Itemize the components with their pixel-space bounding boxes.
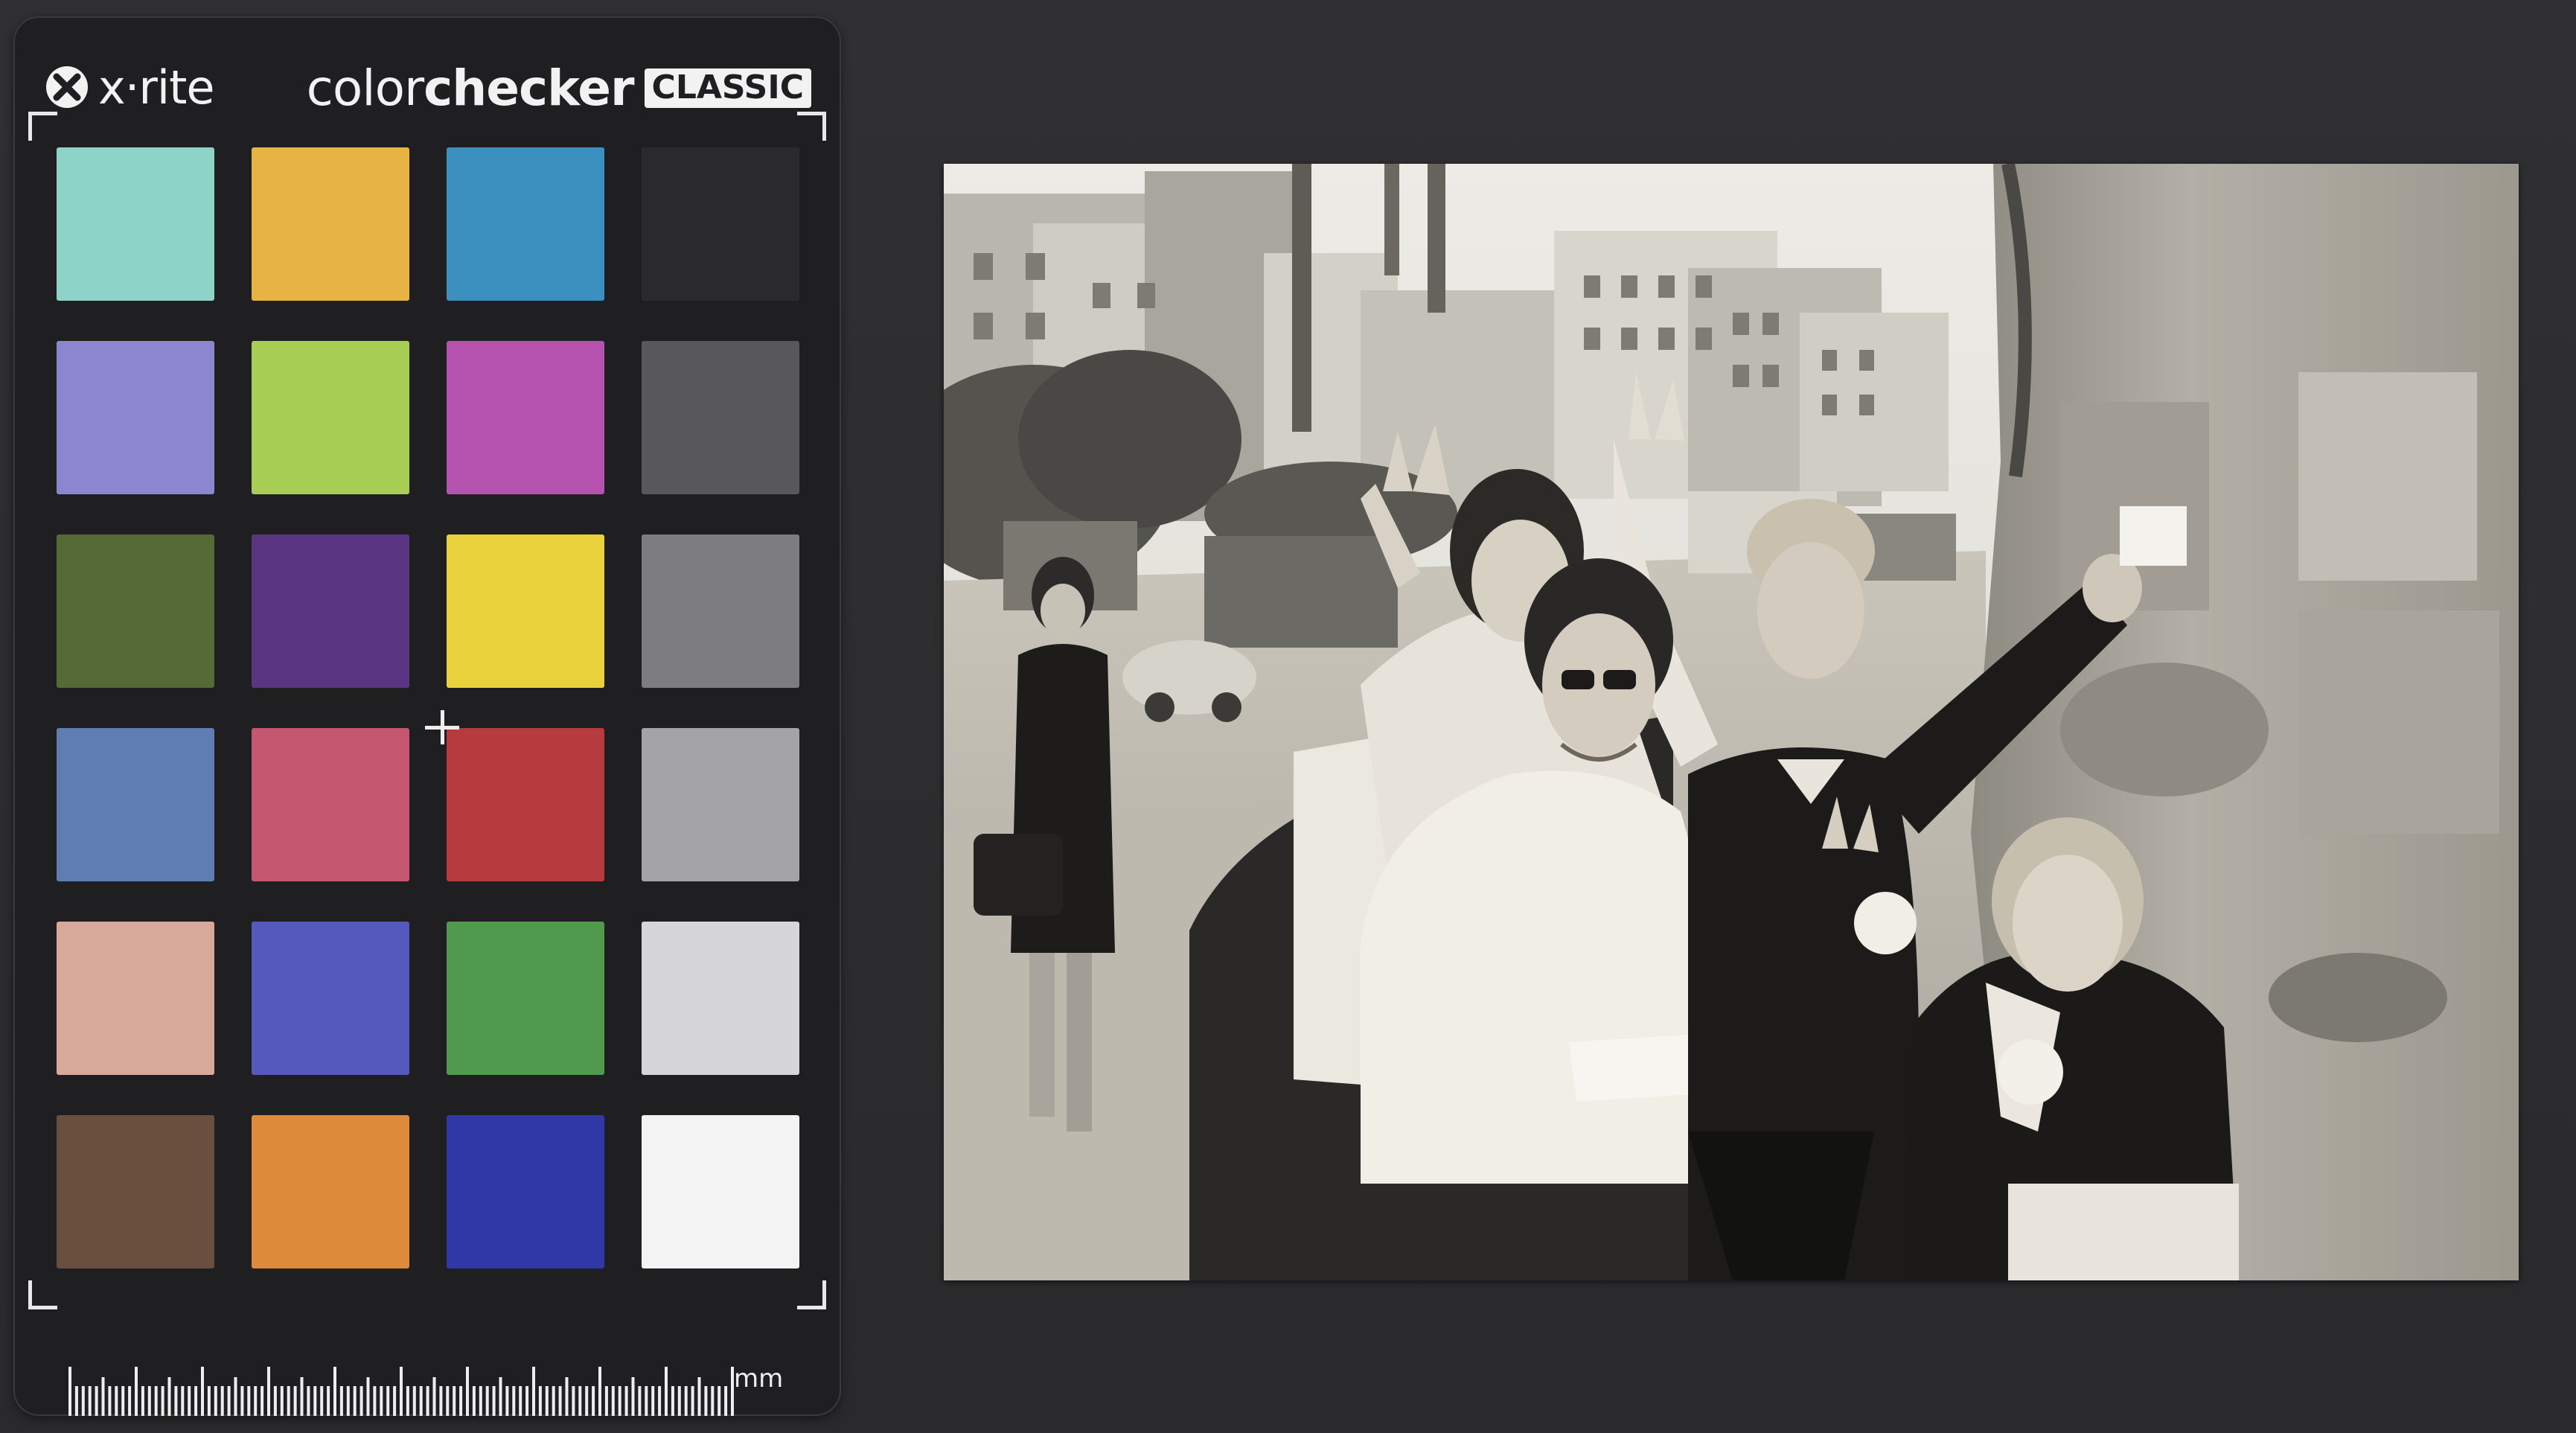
corner-mark	[797, 1280, 826, 1309]
color-swatch	[252, 728, 409, 881]
color-swatch	[252, 922, 409, 1075]
color-swatch	[642, 341, 799, 494]
xrite-logo: x·rite	[43, 46, 215, 128]
group-photograph	[944, 164, 2519, 1280]
corner-mark	[797, 112, 826, 141]
color-swatch	[57, 1115, 214, 1268]
crosshair-icon	[425, 710, 459, 744]
corner-mark	[28, 112, 57, 141]
color-swatch	[642, 922, 799, 1075]
product-badge: CLASSIC	[644, 68, 811, 108]
color-swatch-grid	[57, 147, 801, 1268]
color-swatch	[57, 534, 214, 688]
brand-name: x·rite	[98, 60, 215, 115]
color-swatch	[252, 1115, 409, 1268]
color-swatch	[642, 1115, 799, 1268]
color-swatch	[447, 534, 604, 688]
color-swatch	[57, 147, 214, 301]
color-swatch	[447, 147, 604, 301]
color-swatch	[57, 922, 214, 1075]
photograph-image	[944, 164, 2519, 1280]
color-swatch	[252, 534, 409, 688]
color-swatch	[447, 922, 604, 1075]
product-name: colorchecker CLASSIC	[307, 60, 811, 117]
color-swatch	[642, 534, 799, 688]
color-swatch	[642, 147, 799, 301]
scan-background: x·rite colorchecker CLASSIC mm	[0, 0, 2576, 1433]
mm-ruler	[68, 1367, 734, 1416]
xrite-mark-icon	[46, 66, 88, 108]
color-swatch	[447, 728, 604, 881]
color-swatch	[447, 341, 604, 494]
color-swatch	[252, 147, 409, 301]
color-swatch	[252, 341, 409, 494]
color-swatch	[57, 341, 214, 494]
color-swatch	[57, 728, 214, 881]
color-swatch	[642, 728, 799, 881]
product-title: colorchecker	[306, 60, 635, 117]
colorchecker-card: x·rite colorchecker CLASSIC mm	[13, 16, 841, 1416]
color-swatch	[447, 1115, 604, 1268]
ruler-unit-label: mm	[734, 1364, 784, 1394]
corner-mark	[28, 1280, 57, 1309]
